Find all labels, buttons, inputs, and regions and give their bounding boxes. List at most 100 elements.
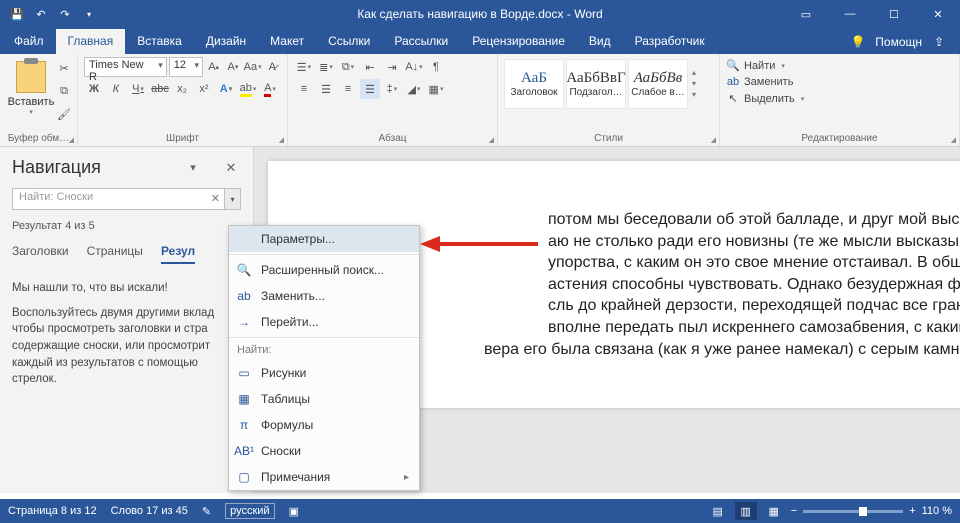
tell-me-label[interactable]: Помощн bbox=[875, 35, 922, 49]
borders-icon[interactable]: ▦ bbox=[426, 79, 446, 99]
style-weak[interactable]: АаБбВвСлабое в… bbox=[628, 59, 688, 109]
tab-mailings[interactable]: Рассылки bbox=[382, 29, 460, 54]
shrink-font-icon[interactable]: A▾ bbox=[224, 57, 241, 77]
menu-options[interactable]: Параметры... bbox=[229, 226, 419, 252]
zoom-slider[interactable] bbox=[803, 510, 903, 513]
view-web-icon[interactable]: ▦ bbox=[763, 502, 785, 520]
strike-button[interactable]: abc bbox=[150, 79, 170, 99]
underline-button[interactable]: Ч bbox=[128, 79, 148, 99]
font-name-combo[interactable]: Times New R bbox=[84, 57, 167, 77]
italic-button[interactable]: К bbox=[106, 79, 126, 99]
menu-comments[interactable]: ▢Примечания▸ bbox=[229, 464, 419, 490]
grow-font-icon[interactable]: A▴ bbox=[205, 57, 222, 77]
copy-icon[interactable]: ⧉ bbox=[54, 81, 74, 101]
tab-review[interactable]: Рецензирование bbox=[460, 29, 577, 54]
equation-icon: π bbox=[233, 418, 255, 432]
align-left-icon[interactable]: ≡ bbox=[294, 79, 314, 99]
font-color-icon[interactable]: A bbox=[260, 79, 280, 99]
style-heading[interactable]: АаБЗаголовок bbox=[504, 59, 564, 109]
undo-icon[interactable]: ↶ bbox=[30, 3, 52, 25]
nav-tab-headings[interactable]: Заголовки bbox=[12, 244, 69, 264]
nav-close-icon[interactable]: ✕ bbox=[221, 160, 241, 176]
tab-design[interactable]: Дизайн bbox=[194, 29, 258, 54]
status-macro-icon[interactable]: ▣ bbox=[289, 505, 299, 518]
nav-tab-pages[interactable]: Страницы bbox=[87, 244, 143, 264]
align-right-icon[interactable]: ≡ bbox=[338, 79, 358, 99]
tab-insert[interactable]: Вставка bbox=[125, 29, 194, 54]
align-justify-icon[interactable]: ☰ bbox=[360, 79, 380, 99]
status-proof-icon[interactable]: ✎ bbox=[202, 505, 211, 518]
styles-gallery-expand[interactable]: ▴▾▾ bbox=[692, 68, 706, 99]
submenu-arrow-icon: ▸ bbox=[404, 472, 409, 483]
menu-find-header: Найти: bbox=[229, 340, 419, 360]
tab-view[interactable]: Вид bbox=[577, 29, 623, 54]
menu-goto[interactable]: →Перейти... bbox=[229, 309, 419, 335]
menu-tables[interactable]: ▦Таблицы bbox=[229, 386, 419, 412]
tell-me-icon[interactable]: 💡 bbox=[845, 30, 871, 54]
group-label-paragraph: Абзац bbox=[288, 133, 497, 144]
select-button[interactable]: ↖Выделить▾ bbox=[726, 92, 953, 105]
redo-icon[interactable]: ↷ bbox=[54, 3, 76, 25]
shading-icon[interactable]: ◢ bbox=[404, 79, 424, 99]
align-center-icon[interactable]: ☰ bbox=[316, 79, 336, 99]
tab-layout[interactable]: Макет bbox=[258, 29, 316, 54]
text-effects-icon[interactable]: A bbox=[216, 79, 236, 99]
format-painter-icon[interactable]: 🖌 bbox=[54, 104, 74, 124]
indent-icon[interactable]: ⇥ bbox=[382, 57, 402, 77]
tab-developer[interactable]: Разработчик bbox=[623, 29, 717, 54]
tab-home[interactable]: Главная bbox=[56, 29, 126, 54]
highlight-icon[interactable]: ab bbox=[238, 79, 258, 99]
subscript-button[interactable]: x₂ bbox=[172, 79, 192, 99]
menu-equations[interactable]: πФормулы bbox=[229, 412, 419, 438]
nav-options-icon[interactable]: ▾ bbox=[183, 161, 203, 174]
cut-icon[interactable]: ✂ bbox=[54, 58, 74, 78]
zoom-level[interactable]: 110 % bbox=[922, 505, 952, 517]
close-icon[interactable]: ✕ bbox=[916, 0, 960, 28]
view-read-icon[interactable]: ▤ bbox=[707, 502, 729, 520]
tab-file[interactable]: Файл bbox=[2, 29, 56, 54]
replace-button[interactable]: abЗаменить bbox=[726, 76, 953, 88]
clear-format-icon[interactable]: A̷ bbox=[264, 57, 281, 77]
nav-search-input[interactable]: Найти: Сноски ✕ bbox=[12, 188, 225, 210]
sort-icon[interactable]: A↓ bbox=[404, 57, 424, 77]
numbering-icon[interactable]: ≣ bbox=[316, 57, 336, 77]
save-icon[interactable]: 💾 bbox=[6, 3, 28, 25]
view-print-icon[interactable]: ▥ bbox=[735, 502, 757, 520]
outdent-icon[interactable]: ⇤ bbox=[360, 57, 380, 77]
maximize-icon[interactable]: ☐ bbox=[872, 0, 916, 28]
menu-graphics[interactable]: ▭Рисунки bbox=[229, 360, 419, 386]
find-icon: 🔍 bbox=[726, 59, 740, 72]
find-button[interactable]: 🔍Найти▾ bbox=[726, 59, 953, 72]
qat-custom-icon[interactable]: ▾ bbox=[78, 3, 100, 25]
paste-button[interactable]: Вставить ▾ bbox=[6, 57, 56, 116]
superscript-button[interactable]: x² bbox=[194, 79, 214, 99]
status-page[interactable]: Страница 8 из 12 bbox=[8, 505, 97, 517]
status-language[interactable]: русский bbox=[225, 503, 274, 519]
bullets-icon[interactable]: ☰ bbox=[294, 57, 314, 77]
menu-advanced-find[interactable]: 🔍Расширенный поиск... bbox=[229, 257, 419, 283]
group-clipboard: Вставить ▾ ✂ ⧉ 🖌 Буфер обм… bbox=[0, 54, 78, 146]
quick-access-toolbar: 💾 ↶ ↷ ▾ bbox=[0, 3, 100, 25]
group-label-clipboard: Буфер обм… bbox=[0, 133, 77, 144]
nav-search-dropdown[interactable]: ▾ bbox=[225, 188, 241, 210]
font-size-combo[interactable]: 12 bbox=[169, 57, 203, 77]
zoom-in-icon[interactable]: + bbox=[909, 505, 915, 517]
status-words[interactable]: Слово 17 из 45 bbox=[111, 505, 188, 517]
nav-tab-results[interactable]: Резул bbox=[161, 244, 195, 264]
clear-search-icon[interactable]: ✕ bbox=[211, 192, 220, 205]
zoom-out-icon[interactable]: − bbox=[791, 505, 797, 517]
tab-references[interactable]: Ссылки bbox=[316, 29, 382, 54]
paste-label: Вставить bbox=[8, 96, 55, 108]
menu-footnotes[interactable]: AB¹Сноски bbox=[229, 438, 419, 464]
show-marks-icon[interactable]: ¶ bbox=[426, 57, 446, 77]
minimize-icon[interactable]: — bbox=[828, 0, 872, 28]
ribbon-options-icon[interactable]: ▭ bbox=[784, 0, 828, 28]
multilevel-icon[interactable]: ⧉ bbox=[338, 57, 358, 77]
line-spacing-icon[interactable]: ‡ bbox=[382, 79, 402, 99]
ribbon-tabs: Файл Главная Вставка Дизайн Макет Ссылки… bbox=[0, 28, 960, 54]
change-case-icon[interactable]: Aa bbox=[244, 57, 262, 77]
menu-replace[interactable]: abЗаменить... bbox=[229, 283, 419, 309]
navigation-pane: Навигация ▾ ✕ Найти: Сноски ✕ ▾ Результа… bbox=[0, 147, 254, 493]
share-icon[interactable]: ⇪ bbox=[926, 30, 952, 54]
style-subheading[interactable]: АаБбВвГПодзагол… bbox=[566, 59, 626, 109]
